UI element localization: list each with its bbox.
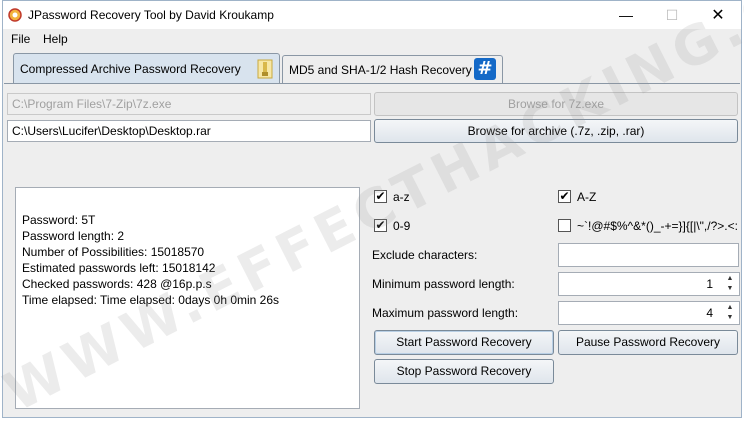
- min-length-down-icon[interactable]: ▼: [723, 284, 737, 294]
- tab-hash-label: MD5 and SHA-1/2 Hash Recovery: [289, 62, 472, 77]
- max-length-spinner[interactable]: 4 ▲ ▼: [558, 301, 740, 325]
- archive-icon: [257, 59, 273, 79]
- archive-path-field[interactable]: C:\Users\Lucifer\Desktop\Desktop.rar: [7, 120, 371, 142]
- uppercase-label: A-Z: [577, 190, 597, 204]
- title-bar: JPassword Recovery Tool by David Kroukam…: [3, 1, 741, 29]
- browse-archive-button[interactable]: Browse for archive (.7z, .zip, .rar): [374, 119, 738, 143]
- window-title: JPassword Recovery Tool by David Kroukam…: [28, 8, 274, 22]
- digits-label: 0-9: [393, 219, 411, 233]
- exclude-characters-input[interactable]: [558, 243, 739, 267]
- menu-file[interactable]: File: [11, 32, 30, 46]
- menu-bar: File Help: [3, 29, 741, 49]
- stop-recovery-button[interactable]: Stop Password Recovery: [374, 359, 554, 384]
- start-recovery-button[interactable]: Start Password Recovery: [374, 330, 554, 355]
- min-length-value: 1: [706, 277, 713, 291]
- max-length-down-icon[interactable]: ▼: [723, 313, 737, 323]
- output-time-elapsed: Time elapsed: Time elapsed: 0days 0h 0mi…: [22, 293, 280, 307]
- lowercase-checkbox[interactable]: ✔: [374, 190, 387, 203]
- close-button[interactable]: ✕: [695, 1, 741, 29]
- max-length-value: 4: [706, 306, 713, 320]
- tab-archive-label: Compressed Archive Password Recovery: [20, 61, 241, 76]
- digits-checkbox[interactable]: ✔: [374, 219, 387, 232]
- output-panel: Password: 5T Password length: 2 Number o…: [15, 187, 360, 409]
- maximize-button[interactable]: ☐: [649, 1, 695, 29]
- output-checked-passwords: Checked passwords: 428 @16p.p.s: [22, 277, 212, 291]
- minimize-button[interactable]: —: [603, 1, 649, 29]
- output-passwords-left: Estimated passwords left: 15018142: [22, 261, 216, 275]
- output-password: Password: 5T: [22, 213, 96, 227]
- tab-archive-recovery[interactable]: Compressed Archive Password Recovery: [13, 53, 280, 83]
- lowercase-label: a-z: [393, 190, 410, 204]
- min-length-spinner[interactable]: 1 ▲ ▼: [558, 272, 740, 296]
- uppercase-checkbox[interactable]: ✔: [558, 190, 571, 203]
- min-length-label: Minimum password length:: [372, 277, 515, 291]
- exclude-characters-label: Exclude characters:: [372, 248, 478, 262]
- app-window: JPassword Recovery Tool by David Kroukam…: [0, 0, 744, 424]
- symbols-checkbox[interactable]: [558, 219, 571, 232]
- browse-7z-button: Browse for 7z.exe: [374, 92, 738, 116]
- max-length-label: Maximum password length:: [372, 306, 519, 320]
- min-length-up-icon[interactable]: ▲: [723, 274, 737, 284]
- output-possibilities: Number of Possibilities: 15018570: [22, 245, 205, 259]
- pause-recovery-button[interactable]: Pause Password Recovery: [558, 330, 738, 355]
- symbols-label: ~`!@#$%^&*()_-+=}]{[|\",/?>.<:;: [577, 219, 739, 233]
- output-password-length: Password length: 2: [22, 229, 125, 243]
- tab-divider: [4, 83, 740, 84]
- seven-zip-path-field: C:\Program Files\7-Zip\7z.exe: [7, 93, 371, 115]
- menu-help[interactable]: Help: [43, 32, 68, 46]
- max-length-up-icon[interactable]: ▲: [723, 303, 737, 313]
- hash-icon: #: [474, 58, 496, 80]
- app-logo-icon: [8, 8, 22, 22]
- tab-hash-recovery[interactable]: MD5 and SHA-1/2 Hash Recovery #: [282, 55, 503, 83]
